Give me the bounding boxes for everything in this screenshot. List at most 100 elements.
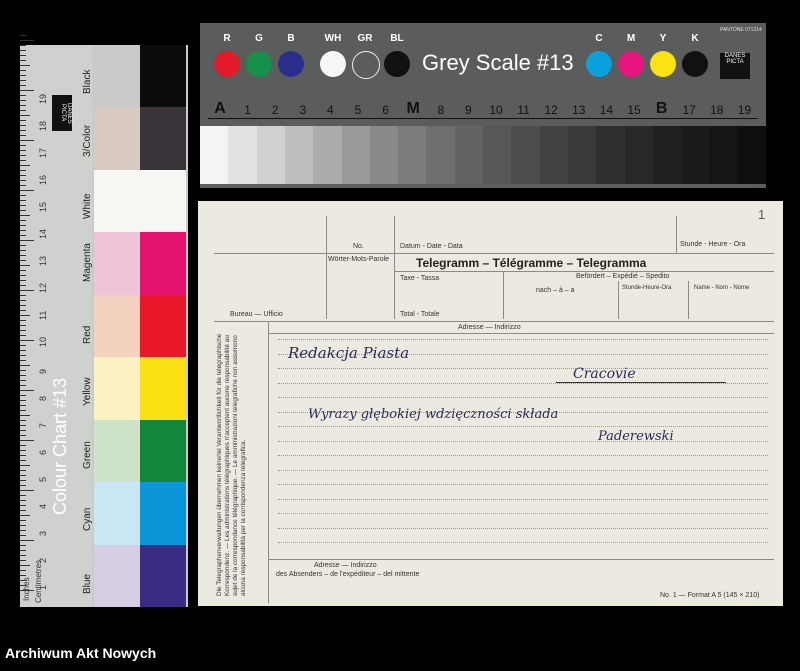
swatch-dark [140, 107, 186, 170]
handwriting-addressee: Redakcja Piasta [288, 344, 410, 362]
total-label: Total - Totale [400, 311, 440, 318]
ruler-number: 5 [38, 476, 48, 482]
ruler-tick [20, 565, 30, 566]
grey-step [426, 126, 456, 184]
ruler-number: 12 [38, 282, 48, 293]
scale-label: 3 [299, 103, 307, 117]
ruler-tick [20, 85, 26, 86]
swatch-light [94, 232, 140, 295]
pantone-code: PANTONE 071314 [720, 27, 762, 33]
swatch-dark [140, 294, 186, 358]
ruler-number: 15 [38, 201, 48, 212]
ruler-tick [20, 305, 26, 306]
writing-line [278, 426, 768, 427]
archive-name: Archiwum Akt Nowych [5, 645, 157, 661]
writing-line [278, 455, 768, 456]
grey-step [511, 126, 541, 184]
color-dot-label: B [287, 33, 295, 44]
ruler-tick [20, 385, 26, 386]
color-dot-label: M [626, 33, 636, 44]
ruler-tick [20, 510, 26, 511]
ruler-tick [20, 450, 26, 451]
rule [268, 321, 269, 603]
ruler-tick [20, 280, 26, 281]
swatch-dark [140, 419, 186, 483]
grey-step [567, 126, 597, 184]
scale-label: 19 [737, 103, 752, 117]
swatch-light [94, 357, 140, 420]
ruler-tick [20, 225, 26, 226]
ruler-tick [20, 500, 26, 501]
ruler-tick [20, 235, 26, 236]
swatch-dark [140, 482, 186, 545]
underline [556, 382, 726, 383]
handwriting-message: Wyrazy głębokiej wdzięczności składa [308, 407, 559, 422]
ruler-tick [20, 470, 26, 471]
ruler-tick [20, 75, 26, 76]
ruler-tick [20, 195, 26, 196]
ruler-tick [20, 190, 34, 191]
ruler-tick [20, 40, 34, 41]
writing-line [278, 368, 768, 369]
ruler-tick [20, 65, 30, 66]
ruler-tick [20, 250, 26, 251]
address-label: Adresse — Indirizzo [458, 324, 521, 331]
name-label: Name - Nom - Nome [694, 285, 750, 291]
ruler-tick [20, 530, 26, 531]
ruler-tick [20, 560, 26, 561]
ruler-tick [20, 350, 26, 351]
ruler-tick [20, 410, 26, 411]
scale-label: B [655, 100, 668, 117]
swatch-label: Yellow [82, 377, 93, 407]
ruler-tick [20, 160, 26, 161]
scale-line [208, 118, 758, 119]
ruler-tick [20, 490, 34, 491]
grey-step [284, 126, 314, 184]
color-dot [650, 51, 676, 77]
grey-step [483, 126, 512, 184]
ruler-tick [20, 180, 26, 181]
centimetres-label: Centimetres [34, 559, 43, 603]
ruler-tick [20, 550, 26, 551]
writing-line [278, 542, 768, 543]
ruler-tick [20, 170, 26, 171]
ruler-tick [20, 370, 26, 371]
ruler-tick [20, 575, 26, 576]
rule [268, 333, 774, 334]
grey-step [652, 126, 682, 184]
ruler-tick [20, 535, 26, 536]
ruler-tick [20, 220, 26, 221]
date-label: Datum - Date - Data [400, 243, 463, 250]
ruler-number: 18 [38, 120, 48, 131]
ruler-tick [20, 525, 26, 526]
sender-label: des Absenders – de l'expéditeur – del mi… [276, 571, 420, 578]
colour-chart: 1 2 3 4 5 6 7 8 9 10 11 12 13 14 15 16 17 18 19 DANES PICT… [20, 35, 188, 607]
scale-label: M [406, 100, 420, 117]
scale-label: 8 [437, 103, 445, 117]
ruler-tick [20, 425, 26, 426]
writing-line [278, 440, 768, 442]
grey-step [369, 126, 399, 184]
writing-line [278, 469, 768, 471]
grey-step [596, 126, 625, 184]
swatch-light [94, 169, 186, 233]
ruler-tick [20, 260, 26, 261]
ruler-tick [20, 300, 26, 301]
ruler-tick [20, 435, 26, 436]
scale-label: 1 [244, 103, 251, 117]
ruler-tick [20, 185, 26, 186]
rule [676, 216, 677, 253]
ruler-tick [20, 135, 26, 136]
ruler-number: 16 [38, 174, 48, 185]
color-dot [618, 51, 644, 77]
color-dot-label: G [255, 33, 263, 44]
rule [326, 216, 327, 319]
ruler-tick [20, 295, 26, 296]
color-dot [278, 51, 304, 77]
rule [503, 271, 504, 319]
ruler-tick [20, 100, 26, 101]
inches-label: Inches [22, 577, 31, 601]
rule [688, 281, 689, 319]
color-dot [682, 51, 708, 77]
ruler-tick [20, 285, 26, 286]
